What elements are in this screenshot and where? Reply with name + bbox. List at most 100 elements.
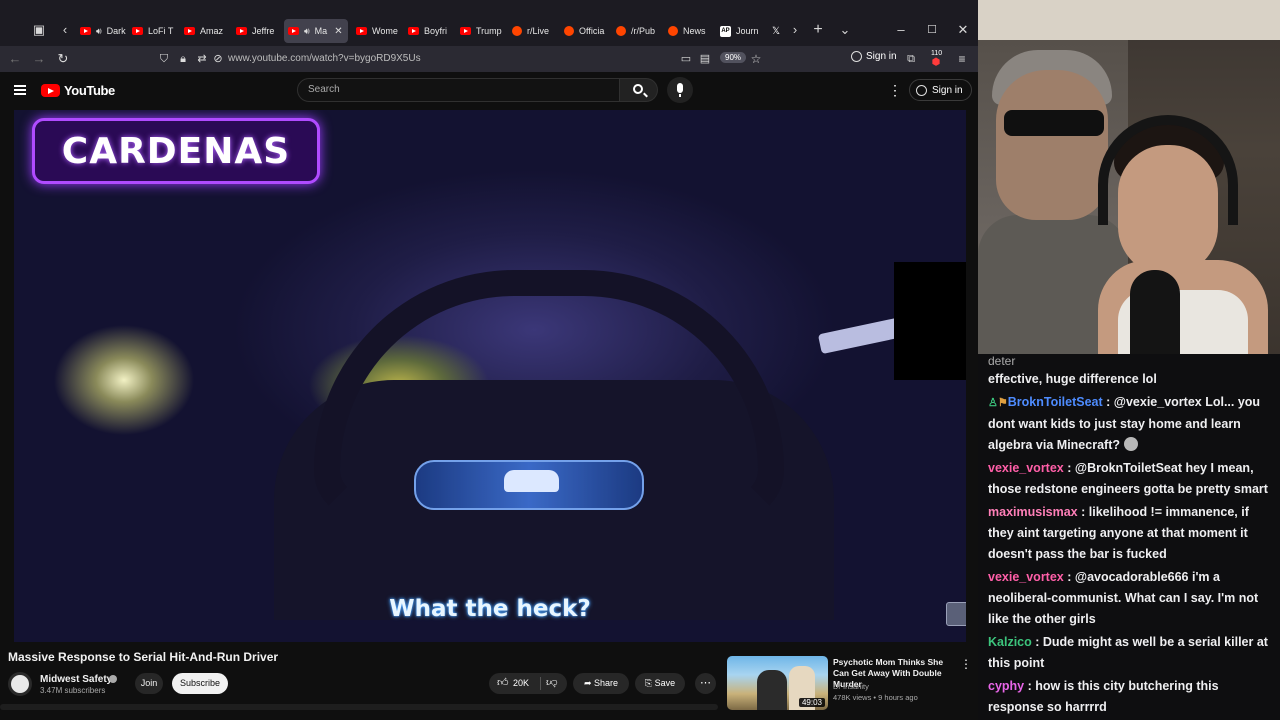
more-actions-icon[interactable]: ⋯ bbox=[695, 673, 716, 694]
forward-arrow-icon[interactable]: → bbox=[30, 48, 48, 70]
browser-tab-label: Journ bbox=[736, 26, 759, 36]
chat-separator: : bbox=[1102, 395, 1114, 409]
tab-overview-icon[interactable]: ▣ bbox=[28, 19, 50, 41]
browser-tab[interactable]: AP Journ bbox=[716, 20, 766, 42]
chat-message: effective, huge difference lol bbox=[988, 369, 1274, 390]
voice-search-mic-icon[interactable] bbox=[667, 77, 693, 103]
subscriber-count: 3.47M subscribers bbox=[40, 686, 106, 695]
browser-tab-label: Trump bbox=[476, 26, 502, 36]
chat-username[interactable]: cyphy bbox=[988, 679, 1024, 693]
reload-icon[interactable]: ↻ bbox=[54, 48, 72, 70]
search-button[interactable] bbox=[620, 78, 658, 102]
chat-username[interactable]: vexie_vortex bbox=[988, 461, 1064, 475]
bookmark-star-icon[interactable]: ☆ bbox=[748, 48, 764, 70]
recommended-video-meta: 478K views • 9 hours ago bbox=[833, 693, 918, 702]
browser-tab[interactable]: Trump bbox=[456, 20, 506, 42]
minimize-window-icon[interactable]: – bbox=[890, 19, 912, 41]
extensions-icon[interactable]: ⧉ bbox=[903, 48, 919, 70]
app-menu-icon[interactable]: ≡ bbox=[954, 48, 970, 70]
browser-tab[interactable]: Boyfri bbox=[404, 20, 454, 42]
browser-tab[interactable]: 🔊︎ Dark S bbox=[76, 20, 126, 42]
chat-message: vexie_vortex : @BroknToiletSeat hey I me… bbox=[988, 458, 1274, 500]
recommended-video-menu-icon[interactable]: ⋮ bbox=[960, 657, 972, 671]
browser-tab-strip: ▣ ‹ 🔊︎ Dark S LoFi T Amaz Jeffre 🔊︎ Ma ✕ Wome Boy… bbox=[0, 0, 978, 46]
browser-tab-label: Boyfri bbox=[424, 26, 448, 36]
browser-tab-label: r/Live bbox=[527, 26, 550, 36]
youtube-sign-in-button[interactable]: Sign in bbox=[909, 79, 972, 101]
chat-username[interactable]: vexie_vortex bbox=[988, 570, 1064, 584]
join-button[interactable]: Join bbox=[135, 673, 163, 694]
browser-tab[interactable]: 🔊︎ Ma ✕ bbox=[284, 19, 348, 43]
picture-in-picture-icon[interactable]: ▭ bbox=[678, 48, 694, 70]
autoplay-blocked-icon[interactable]: ⊘ bbox=[210, 48, 226, 70]
webcam-left-figure-glasses bbox=[1004, 110, 1104, 136]
lock-icon[interactable]: 🔒︎ bbox=[175, 48, 191, 70]
new-tab-plus-icon[interactable]: + bbox=[807, 19, 829, 41]
browser-tab[interactable]: Jeffre bbox=[232, 20, 282, 42]
maximize-window-icon[interactable]: ☐ bbox=[921, 19, 943, 41]
browser-tab[interactable]: LoFi T bbox=[128, 20, 178, 42]
reader-view-icon[interactable]: ▤ bbox=[697, 48, 713, 70]
video-player[interactable]: CARDENAS What the heck? bbox=[14, 110, 966, 642]
browser-tab[interactable]: r/Live bbox=[508, 20, 558, 42]
guide-menu-icon[interactable] bbox=[14, 85, 26, 95]
close-tab-icon[interactable]: ✕ bbox=[334, 26, 342, 37]
tab-audio-speaker-icon[interactable]: 🔊︎ bbox=[304, 26, 310, 37]
channel-name[interactable]: Midwest Safety bbox=[40, 674, 112, 685]
chat-username[interactable]: BroknToiletSeat bbox=[1008, 395, 1103, 409]
browser-tab[interactable]: /r/Pub bbox=[612, 20, 662, 42]
youtube-icon bbox=[80, 27, 91, 35]
chat-flag-badge-icon[interactable]: ⚑ bbox=[998, 393, 1008, 414]
chat-message: cyphy : how is this city butchering this… bbox=[988, 676, 1274, 718]
youtube-logo[interactable]: YouTube bbox=[41, 83, 115, 98]
account-icon bbox=[851, 51, 862, 62]
thumbs-up-icon[interactable]: 👍︎ bbox=[497, 676, 509, 689]
back-arrow-icon[interactable]: ← bbox=[6, 48, 24, 70]
subscribe-button[interactable]: Subscribe bbox=[172, 673, 228, 694]
reddit-icon bbox=[668, 26, 678, 36]
scroll-tabs-right-icon[interactable]: › bbox=[784, 19, 806, 41]
reddit-icon bbox=[512, 26, 522, 36]
chat-emote-icon bbox=[1124, 437, 1138, 451]
list-all-tabs-chevron-icon[interactable]: ⌄ bbox=[834, 19, 856, 41]
permissions-icon[interactable]: ⇄ bbox=[194, 48, 210, 70]
settings-kebab-icon[interactable]: ⋮ bbox=[888, 82, 902, 98]
browser-tab[interactable]: Officia bbox=[560, 20, 610, 42]
zoom-level-badge[interactable]: 90% bbox=[720, 52, 747, 63]
save-button[interactable]: ⎘ Save bbox=[635, 673, 685, 694]
chat-username[interactable]: maximusismax bbox=[988, 505, 1078, 519]
browser-tab[interactable]: News bbox=[664, 20, 714, 42]
streamer-webcam-feed bbox=[978, 0, 1280, 372]
thumbs-down-icon[interactable]: 👍︎ bbox=[546, 676, 558, 689]
browser-tab-label: Amaz bbox=[200, 26, 224, 36]
webcam-left-figure-head bbox=[996, 70, 1108, 220]
like-count[interactable]: 20K bbox=[513, 673, 529, 694]
close-window-icon[interactable]: ✕ bbox=[952, 19, 974, 41]
browser-tab[interactable]: Wome bbox=[352, 20, 402, 42]
chat-username[interactable]: Kalzico bbox=[988, 635, 1032, 649]
recommended-video-thumbnail[interactable]: 49:03 bbox=[727, 656, 828, 710]
scroll-tabs-left-icon[interactable]: ‹ bbox=[54, 19, 76, 41]
browser-sign-in-button[interactable]: Sign in bbox=[851, 51, 897, 62]
cluster-car-graphic bbox=[504, 470, 559, 492]
tracking-shield-icon[interactable]: ⛉ bbox=[156, 48, 172, 70]
browser-tab[interactable]: Amaz bbox=[180, 20, 230, 42]
tab-audio-speaker-icon[interactable]: 🔊︎ bbox=[96, 26, 102, 37]
ublock-extension-icon[interactable]: ⬢ bbox=[928, 52, 944, 74]
recommended-video-channel[interactable]: Dr Insanity bbox=[833, 682, 869, 691]
video-title: Massive Response to Serial Hit-And-Run D… bbox=[8, 650, 279, 664]
youtube-icon bbox=[132, 27, 143, 35]
browser-sign-in-label: Sign in bbox=[866, 51, 897, 62]
youtube-play-logo-icon bbox=[41, 84, 60, 97]
share-button[interactable]: ➦ Share bbox=[573, 673, 629, 694]
video-subtitle: What the heck? bbox=[389, 596, 591, 622]
channel-avatar[interactable] bbox=[8, 672, 32, 696]
browser-tab-label: Dark S bbox=[106, 26, 126, 36]
chat-message: vexie_vortex : @avocadorable666 i'm a ne… bbox=[988, 567, 1274, 630]
browser-tab-label: Wome bbox=[372, 26, 398, 36]
share-label: Share bbox=[594, 678, 619, 688]
url-bar[interactable]: www.youtube.com/watch?v=bygoRD9X5Us bbox=[228, 51, 421, 67]
chat-user-badge-icon[interactable]: ♙ bbox=[988, 393, 998, 414]
ap-icon: AP bbox=[720, 25, 731, 37]
search-input[interactable]: Search bbox=[297, 78, 620, 102]
